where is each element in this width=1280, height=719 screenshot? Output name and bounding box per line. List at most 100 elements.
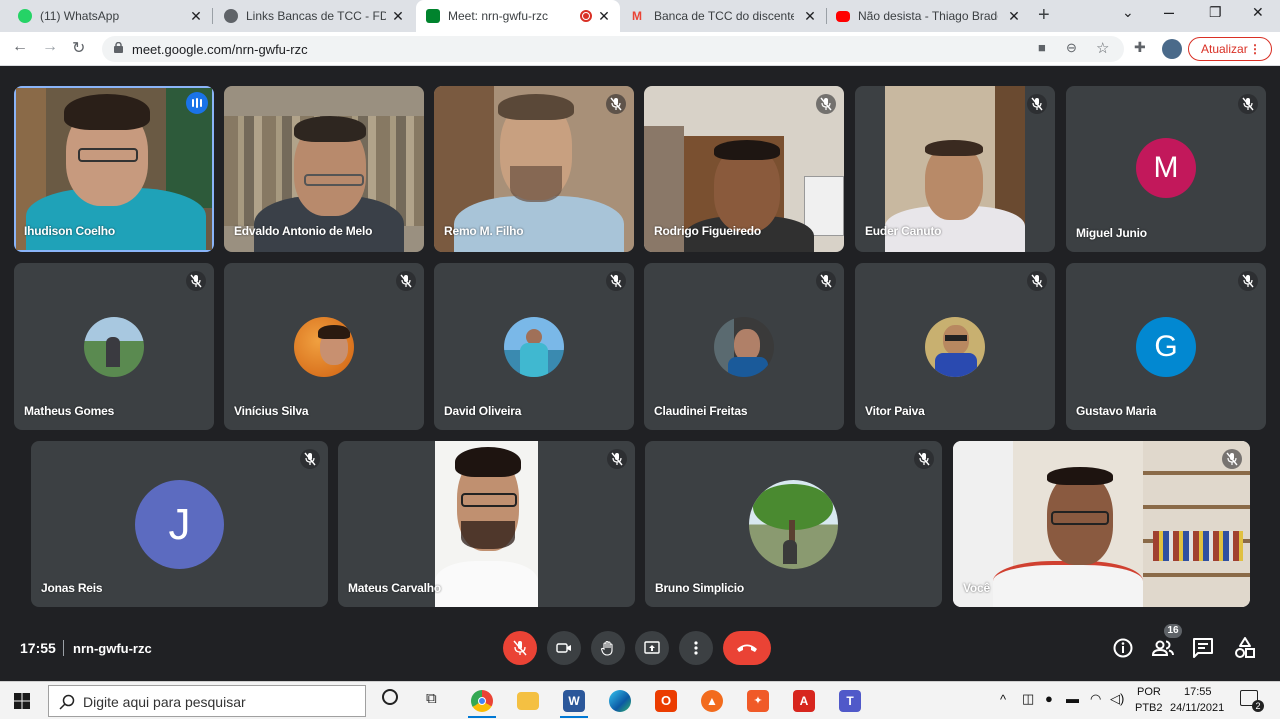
mic-off-icon	[513, 640, 527, 656]
participant-tile[interactable]: Vinícius Silva	[224, 263, 424, 430]
participant-name: David Oliveira	[444, 404, 522, 418]
present-icon	[644, 641, 660, 654]
participant-tile[interactable]: Vitor Paiva	[855, 263, 1055, 430]
participant-tile[interactable]: Mateus Carvalho	[338, 441, 635, 607]
app-icon[interactable]: ✦	[747, 690, 769, 712]
chat-icon[interactable]	[1191, 636, 1215, 660]
tab-banca-tcc[interactable]: M Banca de TCC do discente N ✕	[622, 0, 827, 32]
forward-button[interactable]: →	[42, 38, 58, 56]
restore-button[interactable]: ❐	[1209, 4, 1222, 21]
participant-tile[interactable]: Euder Canuto	[855, 86, 1055, 252]
chrome-center-icon	[478, 697, 486, 705]
show-hidden-icons[interactable]: ^	[1000, 692, 1006, 707]
meet-controls-bar: 17:55 nrn-gwfu-rzc 16	[0, 616, 1280, 680]
taskbar-date[interactable]: 24/11/2021	[1170, 702, 1224, 714]
keyboard-layout[interactable]: PTB2	[1135, 702, 1163, 714]
tab-title: (11) WhatsApp	[40, 9, 120, 23]
participant-tile[interactable]: J Jonas Reis	[31, 441, 328, 607]
meeting-details-icon[interactable]	[1111, 636, 1135, 660]
zoom-icon[interactable]: ⊖	[1066, 40, 1077, 56]
meet-now-icon[interactable]: ◫	[1022, 691, 1034, 707]
participant-name: Euder Canuto	[865, 224, 942, 238]
minimize-button[interactable]: –	[1164, 2, 1174, 23]
office-icon[interactable]: O	[655, 690, 677, 712]
participant-tile[interactable]: Matheus Gomes	[14, 263, 214, 430]
cortana-icon[interactable]	[382, 689, 398, 705]
close-tab-icon[interactable]: ✕	[1006, 8, 1022, 25]
participant-tile[interactable]: Edvaldo Antonio de Melo	[224, 86, 424, 252]
teams-icon[interactable]: T	[839, 690, 861, 712]
participant-tile[interactable]: Remo M. Filho	[434, 86, 634, 252]
participant-tile[interactable]: Bruno Simplicio	[645, 441, 942, 607]
new-tab-button[interactable]: +	[1038, 4, 1050, 27]
raise-hand-button[interactable]	[591, 631, 625, 665]
wifi-icon[interactable]: ◠	[1090, 691, 1101, 707]
language-indicator[interactable]: POR	[1137, 686, 1161, 698]
file-explorer-icon[interactable]	[517, 692, 539, 710]
tab-title: Banca de TCC do discente N	[654, 9, 794, 23]
participant-avatar	[294, 317, 354, 377]
close-tab-icon[interactable]: ✕	[390, 8, 406, 25]
extensions-icon[interactable]: ✚	[1134, 39, 1146, 56]
acrobat-icon[interactable]: A	[793, 690, 815, 712]
participant-tile[interactable]: Ihudison Coelho	[14, 86, 214, 252]
more-options-button[interactable]	[679, 631, 713, 665]
menu-icon: ⋮	[1249, 42, 1261, 56]
edge-icon[interactable]	[609, 690, 631, 712]
browser-toolbar: ← → ↻ meet.google.com/nrn-gwfu-rzc ■ ⊖ ☆…	[0, 32, 1280, 66]
taskbar-search-box[interactable]: Digite aqui para pesquisar	[48, 685, 366, 717]
close-tab-icon[interactable]: ✕	[188, 8, 204, 25]
bookmark-star-icon[interactable]: ☆	[1096, 39, 1109, 57]
microphone-tray-icon[interactable]: ●	[1045, 691, 1053, 706]
tab-links-bancas[interactable]: Links Bancas de TCC - FDLM ✕	[214, 0, 414, 32]
task-view-icon[interactable]: ⧉	[426, 690, 437, 707]
reload-button[interactable]: ↻	[72, 38, 85, 58]
participant-name: Matheus Gomes	[24, 404, 115, 418]
meeting-time: 17:55	[20, 640, 56, 656]
muted-mic-icon	[607, 449, 627, 469]
close-tab-icon[interactable]: ✕	[802, 8, 818, 25]
microphone-toggle-button[interactable]	[503, 631, 537, 665]
present-screen-button[interactable]	[635, 631, 669, 665]
participant-avatar: G	[1136, 317, 1196, 377]
close-window-button[interactable]: ✕	[1252, 4, 1264, 21]
participant-name: Gustavo Maria	[1076, 404, 1157, 418]
battery-icon[interactable]: ▬	[1066, 691, 1079, 706]
taskbar-time[interactable]: 17:55	[1184, 686, 1212, 698]
camera-icon[interactable]: ■	[1038, 40, 1046, 55]
tab-youtube[interactable]: Não desista - Thiago Brado ( ✕	[826, 0, 1030, 32]
tab-separator	[212, 8, 213, 24]
people-icon[interactable]	[1151, 636, 1175, 660]
tab-search-icon[interactable]: ⌄	[1122, 4, 1134, 21]
lock-icon	[114, 42, 123, 53]
windows-start-icon[interactable]	[14, 693, 30, 709]
back-button[interactable]: ←	[12, 38, 28, 56]
participant-tile[interactable]: David Oliveira	[434, 263, 634, 430]
avast-icon[interactable]: ▲	[701, 690, 723, 712]
address-bar[interactable]: meet.google.com/nrn-gwfu-rzc ■ ⊖ ☆	[102, 36, 1124, 62]
activities-icon[interactable]	[1233, 636, 1257, 660]
participant-tile[interactable]: G Gustavo Maria	[1066, 263, 1266, 430]
participant-avatar	[749, 480, 838, 569]
participant-name: Rodrigo Figueiredo	[654, 224, 762, 238]
participant-tile[interactable]: M Miguel Junio	[1066, 86, 1266, 252]
recording-dot-icon	[583, 13, 589, 19]
update-button[interactable]: Atualizar ⋮	[1188, 37, 1272, 61]
word-icon[interactable]: W	[563, 690, 585, 712]
profile-avatar[interactable]	[1162, 39, 1182, 59]
close-tab-icon[interactable]: ✕	[596, 8, 612, 25]
participant-name: Jonas Reis	[41, 581, 103, 595]
participant-tile[interactable]: Rodrigo Figueiredo	[644, 86, 844, 252]
volume-icon[interactable]: ◁)	[1110, 691, 1124, 707]
participant-tile[interactable]: Você	[953, 441, 1250, 607]
meet-stage: Ihudison Coelho Edvaldo Antonio de Melo …	[0, 67, 1280, 681]
search-icon	[59, 694, 75, 710]
participant-name: Edvaldo Antonio de Melo	[234, 224, 373, 238]
camera-toggle-button[interactable]	[547, 631, 581, 665]
search-placeholder: Digite aqui para pesquisar	[83, 694, 246, 710]
participant-tile[interactable]: Claudinei Freitas	[644, 263, 844, 430]
leave-call-button[interactable]	[723, 631, 771, 665]
participant-video	[435, 441, 538, 607]
tab-whatsapp[interactable]: (11) WhatsApp ✕	[8, 0, 213, 32]
tab-meet[interactable]: Meet: nrn-gwfu-rzc ✕	[416, 0, 620, 32]
